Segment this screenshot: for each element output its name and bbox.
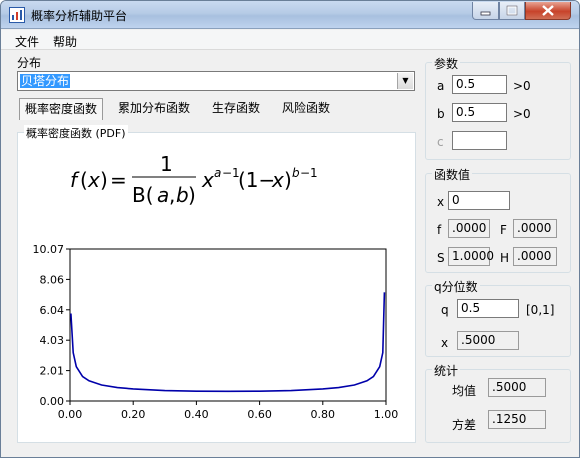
tab-pdf[interactable]: 概率密度函数 bbox=[19, 98, 104, 120]
app-chart-icon bbox=[9, 7, 25, 23]
maximize-button[interactable] bbox=[499, 2, 525, 20]
fv-x-input[interactable]: 0 bbox=[448, 191, 510, 210]
param-b-label: b bbox=[437, 107, 445, 121]
chevron-down-icon[interactable]: ▼ bbox=[397, 73, 413, 89]
fv-F-label: F bbox=[500, 223, 507, 237]
fv-f-label: f bbox=[437, 223, 442, 237]
y-tick-label: 10.07 bbox=[33, 243, 65, 256]
distribution-selected: 贝塔分布 bbox=[20, 74, 71, 88]
stats-variance-value: .1250 bbox=[488, 410, 546, 429]
y-tick-label: 4.03 bbox=[40, 334, 65, 347]
svg-text:a: a bbox=[157, 183, 169, 207]
close-button[interactable] bbox=[525, 2, 571, 20]
x-tick-label: 0.40 bbox=[184, 408, 209, 421]
x-tick-label: 0.60 bbox=[247, 408, 272, 421]
pdf-chart: 0.00 2.01 4.03 6.04 8.06 10.07 0.00 0.20 0.40 0.6… bbox=[33, 243, 399, 421]
fv-S-label: S bbox=[437, 251, 445, 265]
param-c-input[interactable] bbox=[452, 131, 507, 150]
window-title: 概率分析辅助平台 bbox=[31, 9, 128, 23]
svg-text:(: ( bbox=[80, 168, 88, 192]
x-tick-label: 0.20 bbox=[121, 408, 146, 421]
param-a-label: a bbox=[437, 79, 445, 93]
svg-text:=: = bbox=[110, 168, 127, 192]
svg-text:): ) bbox=[284, 168, 292, 192]
title-bar[interactable]: 概率分析辅助平台 bbox=[1, 1, 579, 29]
statistics-title: 统计 bbox=[432, 362, 461, 379]
main-window: 概率分析辅助平台 文件 帮助 分布 贝塔分布 ▼ 概率密度函数 累加分布函数 生… bbox=[0, 0, 580, 458]
param-a-input[interactable]: 0.5 bbox=[452, 75, 507, 94]
svg-text:,: , bbox=[169, 183, 175, 207]
quantile-x-label: x bbox=[441, 336, 449, 350]
x-tick-label: 0.00 bbox=[58, 408, 83, 421]
quantile-q-range: [0,1] bbox=[526, 303, 555, 317]
distribution-select[interactable]: 贝塔分布 ▼ bbox=[17, 71, 415, 91]
fv-f-value: .0000 bbox=[448, 219, 490, 238]
x-tick-label: 1.00 bbox=[374, 408, 399, 421]
plot-area bbox=[69, 248, 387, 402]
menu-file[interactable]: 文件 bbox=[15, 33, 39, 50]
tab-survival[interactable]: 生存函数 bbox=[207, 98, 265, 120]
svg-text:f: f bbox=[70, 168, 80, 192]
svg-text:x: x bbox=[271, 168, 284, 192]
x-tick-label: 0.80 bbox=[311, 408, 336, 421]
stats-mean-label: 均值 bbox=[452, 384, 477, 398]
quantile-q-label: q bbox=[441, 303, 449, 317]
pdf-panel-title: 概率密度函数 (PDF) bbox=[24, 125, 128, 141]
y-tick-label: 2.01 bbox=[40, 365, 65, 378]
close-icon bbox=[542, 5, 554, 16]
svg-text:b: b bbox=[176, 183, 189, 207]
quantile-title: q分位数 bbox=[432, 278, 480, 295]
svg-text:−1: −1 bbox=[300, 166, 318, 180]
tab-cdf[interactable]: 累加分布函数 bbox=[113, 98, 195, 120]
quantile-q-input[interactable]: 0.5 bbox=[457, 299, 519, 318]
pdf-formula: f ( x ) = 1 B( a , b ) x a −1 (1− x ) b … bbox=[70, 152, 318, 207]
tab-hazard[interactable]: 风险函数 bbox=[277, 98, 335, 120]
params-title: 参数 bbox=[432, 55, 461, 72]
svg-text:b: b bbox=[292, 166, 300, 180]
stats-variance-label: 方差 bbox=[452, 418, 477, 432]
param-b-constraint: >0 bbox=[513, 107, 531, 121]
param-c-label: c bbox=[437, 135, 444, 149]
minimize-button[interactable] bbox=[472, 2, 499, 20]
menu-help[interactable]: 帮助 bbox=[53, 33, 77, 50]
y-tick-label: 6.04 bbox=[40, 304, 65, 317]
param-b-input[interactable]: 0.5 bbox=[452, 103, 507, 122]
stats-mean-value: .5000 bbox=[488, 378, 546, 397]
svg-text:x: x bbox=[201, 168, 214, 192]
svg-text:1: 1 bbox=[160, 152, 173, 176]
function-values-title: 函数值 bbox=[432, 166, 473, 183]
svg-text:a: a bbox=[214, 166, 221, 180]
fv-x-label: x bbox=[437, 195, 445, 209]
svg-text:x: x bbox=[87, 168, 100, 192]
fv-H-label: H bbox=[500, 251, 510, 265]
distribution-label: 分布 bbox=[17, 56, 42, 70]
pdf-panel: 概率密度函数 (PDF) f ( x ) = 1 B( a , b ) x a … bbox=[17, 125, 416, 443]
fv-F-value: .0000 bbox=[513, 219, 557, 238]
fv-H-value: .0000 bbox=[513, 247, 557, 266]
menu-bar: 文件 帮助 bbox=[1, 30, 579, 50]
svg-text:B(: B( bbox=[132, 183, 154, 207]
y-tick-label: 8.06 bbox=[40, 273, 65, 286]
svg-text:(1−: (1− bbox=[238, 168, 275, 192]
fv-S-value: 1.0000 bbox=[448, 247, 494, 266]
maximize-icon bbox=[506, 5, 518, 16]
minimize-icon bbox=[480, 11, 491, 16]
svg-text:): ) bbox=[100, 168, 108, 192]
y-tick-label: 0.00 bbox=[40, 395, 65, 408]
param-a-constraint: >0 bbox=[513, 79, 531, 93]
quantile-x-value: .5000 bbox=[457, 331, 519, 350]
svg-text:): ) bbox=[188, 183, 196, 207]
